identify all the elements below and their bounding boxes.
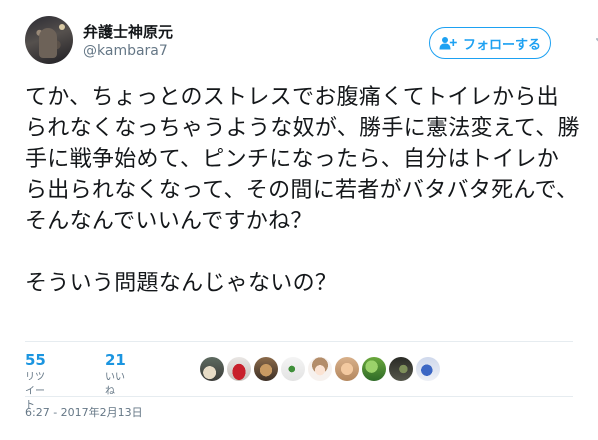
retweet-count: 55 [25, 351, 46, 369]
like-label: いいね [105, 372, 125, 397]
liker-avatar-blue[interactable] [416, 357, 440, 381]
tweet-timestamp[interactable]: 6:27 - 2017年2月13日 [25, 405, 143, 421]
tweet-header: 弁護士神原元 @kambara7 フォローする [25, 16, 598, 68]
follow-button-label: フォローする [462, 37, 541, 53]
add-user-icon [439, 37, 457, 50]
user-names[interactable]: 弁護士神原元 @kambara7 [83, 22, 173, 60]
liker-avatar-red-car[interactable] [227, 357, 251, 381]
avatar-light [59, 24, 65, 30]
tweet-text: てか、ちょっとのストレスでお腹痛くてトイレから出られなくなっちゃうような奴が、勝… [25, 85, 580, 296]
liker-avatar-cat[interactable] [254, 357, 278, 381]
user-avatar[interactable] [25, 16, 73, 64]
divider-bottom [25, 396, 573, 397]
liker-avatar-plant[interactable] [362, 357, 386, 381]
liker-avatars [200, 357, 440, 385]
like-stat[interactable]: 21 いいね [105, 351, 126, 399]
follow-button[interactable]: フォローする [429, 27, 551, 59]
liker-avatar-face[interactable] [335, 357, 359, 381]
like-count: 21 [105, 351, 126, 369]
divider-top [25, 341, 573, 342]
liker-avatar-green[interactable] [281, 357, 305, 381]
liker-avatar-cats[interactable] [200, 357, 224, 381]
avatar-figure [39, 28, 57, 58]
retweet-stat[interactable]: 55 リツイート [25, 351, 46, 413]
liker-avatar-dark[interactable] [389, 357, 413, 381]
liker-avatar-anime-girl[interactable] [308, 357, 332, 381]
display-name[interactable]: 弁護士神原元 [83, 22, 173, 42]
tweet-card: 弁護士神原元 @kambara7 フォローする てか、ちょっとのストレスでお腹痛… [0, 0, 598, 440]
user-handle[interactable]: @kambara7 [83, 42, 173, 60]
